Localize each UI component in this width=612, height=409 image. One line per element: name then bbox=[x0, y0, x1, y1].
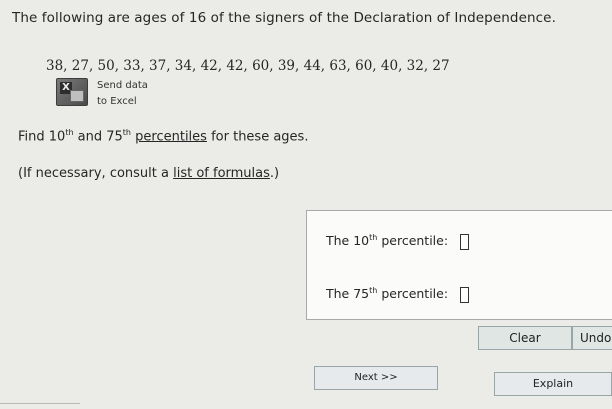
percentile-10-row: The 10th percentile: bbox=[326, 233, 470, 250]
explain-button[interactable]: Explain bbox=[494, 372, 612, 396]
percentile-75-input[interactable] bbox=[460, 286, 470, 303]
percentile-75-row: The 75th percentile: bbox=[326, 286, 470, 303]
excel-icon[interactable]: X bbox=[56, 78, 88, 106]
note-suffix: .) bbox=[269, 166, 280, 181]
find-mid: and 75 bbox=[73, 129, 123, 145]
send-data-line1: Send data bbox=[97, 80, 148, 91]
list-of-formulas-link[interactable]: list of formulas bbox=[173, 166, 270, 181]
find-sup1: th bbox=[65, 128, 74, 137]
excel-grid-glyph bbox=[70, 90, 84, 102]
p10-prefix: The 10 bbox=[326, 233, 370, 249]
next-button[interactable]: Next >> bbox=[314, 366, 438, 390]
percentile-10-input[interactable] bbox=[460, 233, 470, 250]
p75-prefix: The 75 bbox=[326, 286, 370, 302]
percentiles-link[interactable]: percentiles bbox=[135, 129, 207, 144]
find-suffix: for these ages. bbox=[206, 129, 309, 145]
answer-panel bbox=[306, 210, 612, 320]
question-title: The following are ages of 16 of the sign… bbox=[12, 10, 556, 26]
note-prefix: (If necessary, consult a bbox=[18, 166, 174, 181]
find-prefix: Find 10 bbox=[18, 129, 66, 145]
find-sup2: th bbox=[122, 128, 132, 137]
undo-button[interactable]: Undo bbox=[572, 326, 612, 350]
p10-suffix: percentile: bbox=[377, 233, 449, 249]
find-instruction: Find 10th and 75th percentiles for these… bbox=[18, 128, 308, 144]
p75-suffix: percentile: bbox=[377, 286, 449, 302]
send-data-to-excel-link[interactable]: Send data to Excel bbox=[97, 78, 148, 110]
formula-note: (If necessary, consult a list of formula… bbox=[18, 166, 279, 181]
clear-button[interactable]: Clear bbox=[478, 326, 572, 350]
bottom-divider bbox=[0, 403, 80, 404]
send-data-line2: to Excel bbox=[97, 96, 137, 107]
ages-list: 38, 27, 50, 33, 37, 34, 42, 42, 60, 39, … bbox=[46, 58, 450, 74]
